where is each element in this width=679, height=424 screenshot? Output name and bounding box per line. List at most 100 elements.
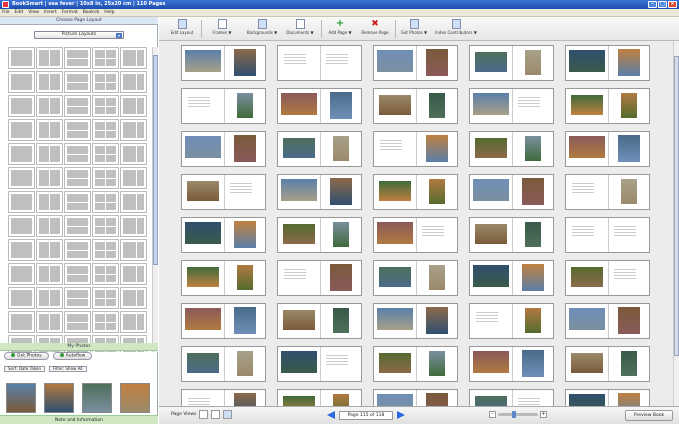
preview-book-button[interactable]: Preview Book	[625, 410, 673, 421]
autoflow-button[interactable]: Autoflow	[52, 352, 93, 360]
page-thumbnail[interactable]	[416, 390, 458, 406]
get-photos-button[interactable]: Get Photos	[4, 352, 49, 360]
layout-thumbnail[interactable]	[92, 71, 119, 93]
layout-thumbnail[interactable]	[92, 95, 119, 117]
layout-thumbnail[interactable]	[8, 287, 35, 309]
zoom-out-button[interactable]: -	[489, 411, 496, 418]
page-spread[interactable]	[373, 260, 458, 296]
page-thumbnail[interactable]	[182, 261, 224, 295]
menu-edit[interactable]: Edit	[15, 10, 24, 15]
page-thumbnail[interactable]	[512, 218, 554, 252]
layout-thumbnail[interactable]	[8, 143, 35, 165]
page-thumbnail[interactable]	[416, 304, 458, 338]
layout-thumbnail[interactable]	[120, 215, 147, 237]
layout-thumbnail[interactable]	[92, 311, 119, 333]
page-thumbnail[interactable]	[608, 89, 650, 123]
layout-thumbnail[interactable]	[8, 167, 35, 189]
page-thumbnail[interactable]	[566, 46, 608, 80]
page-thumbnail[interactable]	[374, 390, 416, 406]
next-page-icon[interactable]	[397, 411, 405, 419]
layout-scrollbar[interactable]	[152, 47, 158, 352]
page-spread[interactable]	[373, 88, 458, 124]
page-thumbnail[interactable]	[278, 89, 320, 123]
page-spread[interactable]	[469, 260, 554, 296]
page-thumbnail[interactable]	[512, 46, 554, 80]
page-thumbnail[interactable]	[470, 175, 512, 209]
page-thumbnail[interactable]	[512, 304, 554, 338]
layout-thumbnail[interactable]	[36, 95, 63, 117]
spread-view-button[interactable]	[211, 410, 220, 419]
layout-thumbnail[interactable]	[92, 143, 119, 165]
page-spread[interactable]	[277, 131, 362, 167]
page-thumbnail[interactable]	[182, 132, 224, 166]
layout-thumbnail[interactable]	[36, 119, 63, 141]
page-thumbnail[interactable]	[182, 347, 224, 381]
page-thumbnail[interactable]	[374, 89, 416, 123]
page-spread[interactable]	[181, 303, 266, 339]
page-thumbnail[interactable]	[416, 218, 458, 252]
zoom-slider[interactable]	[498, 411, 538, 418]
layout-thumbnail[interactable]	[36, 71, 63, 93]
page-spread[interactable]	[277, 45, 362, 81]
photo-thumbnail[interactable]	[82, 383, 112, 413]
page-spread[interactable]	[277, 174, 362, 210]
zoom-in-button[interactable]: +	[540, 411, 547, 418]
page-thumbnail[interactable]	[416, 261, 458, 295]
edit-layout-button[interactable]: Edit Layout	[167, 19, 197, 39]
page-spread[interactable]	[277, 303, 362, 339]
page-spread[interactable]	[373, 346, 458, 382]
page-spread[interactable]	[373, 303, 458, 339]
page-indicator[interactable]: Page 115 of 118	[339, 410, 393, 420]
page-thumbnail[interactable]	[224, 261, 266, 295]
page-thumbnail[interactable]	[608, 347, 650, 381]
index-contributors-button[interactable]: Index Contributors ▼	[433, 19, 479, 39]
layout-thumbnail[interactable]	[64, 71, 91, 93]
layout-thumbnail[interactable]	[36, 143, 63, 165]
frames-button[interactable]: Frames ▼	[205, 19, 239, 39]
layout-thumbnail[interactable]	[64, 311, 91, 333]
layout-thumbnail[interactable]	[36, 167, 63, 189]
layout-thumbnail[interactable]	[120, 47, 147, 69]
page-spread[interactable]	[181, 45, 266, 81]
page-spread[interactable]	[469, 389, 554, 406]
layout-thumbnail[interactable]	[64, 47, 91, 69]
layout-thumbnail[interactable]	[92, 239, 119, 261]
page-thumbnail[interactable]	[608, 304, 650, 338]
page-thumbnail[interactable]	[224, 46, 266, 80]
page-thumbnail[interactable]	[182, 218, 224, 252]
page-thumbnail[interactable]	[278, 390, 320, 406]
layout-thumbnail[interactable]	[120, 263, 147, 285]
page-spread[interactable]	[565, 131, 650, 167]
layout-thumbnail[interactable]	[120, 311, 147, 333]
close-button[interactable]: ×	[668, 1, 677, 8]
page-thumbnail[interactable]	[374, 175, 416, 209]
page-thumbnail[interactable]	[566, 89, 608, 123]
page-thumbnail[interactable]	[470, 89, 512, 123]
page-thumbnail[interactable]	[374, 261, 416, 295]
photo-thumbnail[interactable]	[44, 383, 74, 413]
page-thumbnail[interactable]	[278, 175, 320, 209]
page-thumbnail[interactable]	[278, 261, 320, 295]
page-thumbnail[interactable]	[608, 46, 650, 80]
page-thumbnail[interactable]	[608, 390, 650, 406]
page-spread[interactable]	[565, 217, 650, 253]
page-spread[interactable]	[277, 346, 362, 382]
layout-thumbnail[interactable]	[64, 287, 91, 309]
page-thumbnail[interactable]	[608, 132, 650, 166]
layout-thumbnail[interactable]	[8, 263, 35, 285]
page-spread[interactable]	[469, 346, 554, 382]
layout-thumbnail[interactable]	[64, 119, 91, 141]
layout-thumbnail[interactable]	[8, 95, 35, 117]
minimize-button[interactable]: –	[648, 1, 657, 8]
page-thumbnail[interactable]	[470, 132, 512, 166]
maximize-button[interactable]: □	[658, 1, 667, 8]
layout-thumbnail[interactable]	[64, 95, 91, 117]
page-thumbnail[interactable]	[374, 132, 416, 166]
sort-select[interactable]: Sort: Date Taken	[4, 366, 46, 372]
page-thumbnail[interactable]	[566, 304, 608, 338]
page-spread[interactable]	[565, 45, 650, 81]
page-thumbnail[interactable]	[374, 347, 416, 381]
layout-thumbnail[interactable]	[36, 215, 63, 237]
menu-book[interactable]: Bookcb	[83, 10, 100, 15]
page-thumbnail[interactable]	[320, 390, 362, 406]
